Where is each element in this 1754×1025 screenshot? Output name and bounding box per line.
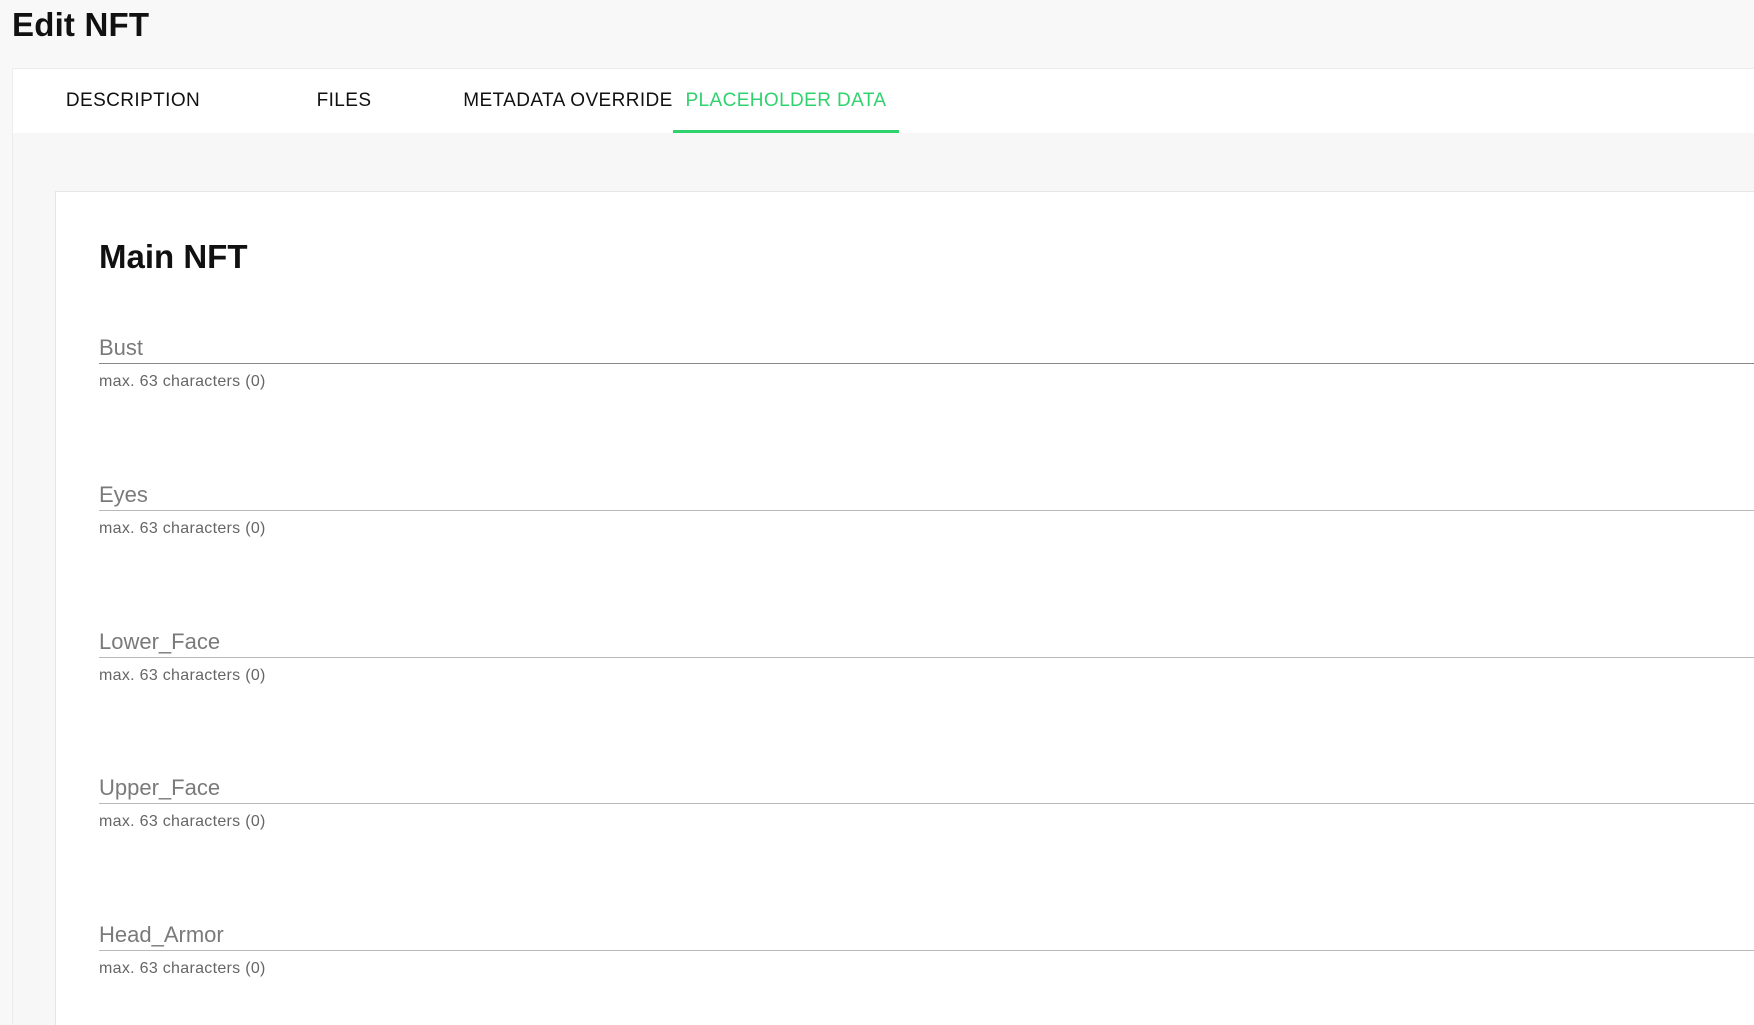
field-eyes: max. 63 characters (0) <box>99 467 1754 538</box>
tab-files[interactable]: FILES <box>279 69 409 133</box>
page-title: Edit NFT <box>12 6 150 43</box>
main-nft-card: Main NFT max. 63 characters (0) max. 63 … <box>55 191 1754 1025</box>
lower-face-input[interactable] <box>99 614 1754 658</box>
head-armor-input[interactable] <box>99 907 1754 951</box>
field-lower-face: max. 63 characters (0) <box>99 614 1754 685</box>
tab-bar: DESCRIPTION FILES METADATA OVERRIDE PLAC… <box>13 69 1754 133</box>
upper-face-hint: max. 63 characters (0) <box>99 813 266 830</box>
lower-face-hint: max. 63 characters (0) <box>99 667 266 684</box>
eyes-hint: max. 63 characters (0) <box>99 520 266 537</box>
field-bust: max. 63 characters (0) <box>99 320 1754 391</box>
tab-description[interactable]: DESCRIPTION <box>43 69 223 133</box>
tab-metadata-override[interactable]: METADATA OVERRIDE <box>453 69 683 133</box>
bust-hint: max. 63 characters (0) <box>99 373 266 390</box>
upper-face-input[interactable] <box>99 760 1754 804</box>
bust-input[interactable] <box>99 320 1754 364</box>
field-head-armor: max. 63 characters (0) <box>99 907 1754 978</box>
tab-placeholder-data[interactable]: PLACEHOLDER DATA <box>673 69 899 133</box>
head-armor-hint: max. 63 characters (0) <box>99 960 266 977</box>
field-upper-face: max. 63 characters (0) <box>99 760 1754 831</box>
card-title: Main NFT <box>99 238 248 275</box>
eyes-input[interactable] <box>99 467 1754 511</box>
edit-panel: DESCRIPTION FILES METADATA OVERRIDE PLAC… <box>12 68 1754 1025</box>
